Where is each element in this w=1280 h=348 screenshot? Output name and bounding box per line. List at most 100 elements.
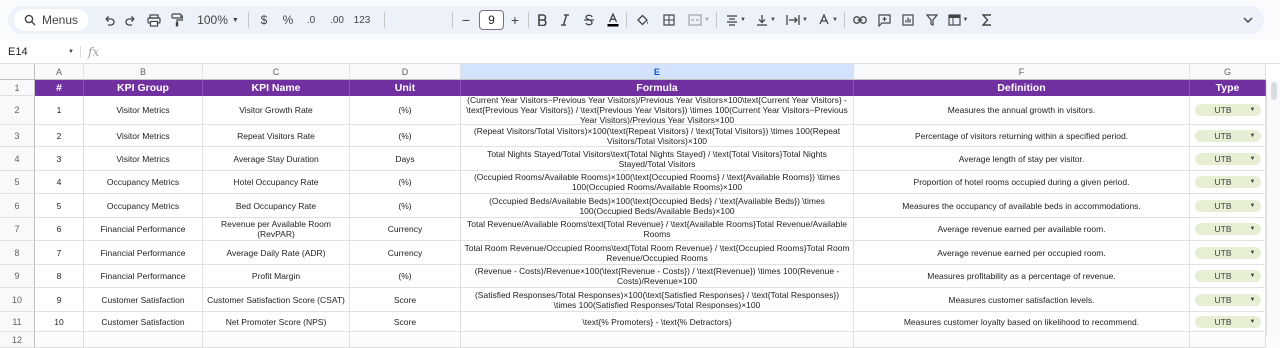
column-header-e[interactable]: E xyxy=(461,64,854,80)
column-header-c[interactable]: C xyxy=(203,64,350,80)
table-cell-group[interactable]: Occupancy Metrics xyxy=(84,171,203,194)
collapse-toolbar-button[interactable] xyxy=(1240,10,1256,30)
name-box[interactable]: E14 ▼ xyxy=(8,45,74,59)
table-cell-type[interactable]: UTB ▼ xyxy=(1190,288,1266,312)
row-header-9[interactable]: 9 xyxy=(0,265,35,288)
header-cell-num[interactable]: # xyxy=(35,80,84,96)
filter-views-button[interactable]: ▼ xyxy=(946,10,970,30)
table-cell-num[interactable]: 9 xyxy=(35,288,84,312)
row-header-6[interactable]: 6 xyxy=(0,194,35,218)
text-wrapping-button[interactable]: ▼ xyxy=(784,10,810,30)
table-cell-group[interactable]: Financial Performance xyxy=(84,241,203,265)
insert-link-button[interactable] xyxy=(852,10,868,30)
decrease-font-size-button[interactable]: − xyxy=(459,10,473,30)
table-cell-type[interactable]: UTB ▼ xyxy=(1190,218,1266,241)
fill-color-button[interactable] xyxy=(635,10,651,30)
type-dropdown-chip[interactable]: UTB ▼ xyxy=(1194,176,1261,188)
menus-search-button[interactable]: Menus xyxy=(14,9,89,31)
number-format-button[interactable]: 123 xyxy=(353,10,371,30)
table-cell-unit[interactable]: (%) xyxy=(350,96,461,125)
currency-format-button[interactable]: $ xyxy=(257,10,271,30)
increase-font-size-button[interactable]: + xyxy=(508,10,522,30)
table-cell-definition[interactable]: Measures customer loyalty based on likel… xyxy=(854,312,1190,332)
table-cell-definition[interactable]: Measures the annual growth in visitors. xyxy=(854,96,1190,125)
text-rotation-button[interactable]: ▼ xyxy=(816,10,840,30)
table-cell-name[interactable]: Bed Occupancy Rate xyxy=(203,194,350,218)
table-cell-name[interactable]: Average Daily Rate (ADR) xyxy=(203,241,350,265)
type-dropdown-chip[interactable]: UTB ▼ xyxy=(1194,104,1261,116)
empty-cell[interactable] xyxy=(35,332,84,348)
text-color-button[interactable] xyxy=(606,10,620,30)
row-header-11[interactable]: 11 xyxy=(0,312,35,332)
table-cell-type[interactable]: UTB ▼ xyxy=(1190,241,1266,265)
table-cell-definition[interactable]: Measures customer satisfaction levels. xyxy=(854,288,1190,312)
font-size-input[interactable]: 9 xyxy=(479,10,504,30)
header-cell-name[interactable]: KPI Name xyxy=(203,80,350,96)
table-cell-name[interactable]: Revenue per Available Room (RevPAR) xyxy=(203,218,350,241)
table-cell-type[interactable]: UTB ▼ xyxy=(1190,125,1266,147)
insert-chart-button[interactable] xyxy=(900,10,916,30)
row-header-7[interactable]: 7 xyxy=(0,218,35,241)
undo-button[interactable] xyxy=(100,10,118,30)
table-cell-group[interactable]: Visitor Metrics xyxy=(84,125,203,147)
insert-comment-button[interactable] xyxy=(876,10,892,30)
table-cell-name[interactable]: Repeat Visitors Rate xyxy=(203,125,350,147)
empty-cell[interactable] xyxy=(854,332,1190,348)
empty-cell[interactable] xyxy=(461,332,854,348)
table-cell-formula[interactable]: Total Room Revenue/Occupied Rooms\text{T… xyxy=(461,241,854,265)
table-cell-group[interactable]: Customer Satisfaction xyxy=(84,312,203,332)
percent-format-button[interactable]: % xyxy=(281,10,295,30)
row-header-5[interactable]: 5 xyxy=(0,171,35,194)
table-cell-type[interactable]: UTB ▼ xyxy=(1190,312,1266,332)
table-cell-name[interactable]: Profit Margin xyxy=(203,265,350,288)
borders-button[interactable] xyxy=(661,10,677,30)
table-cell-name[interactable]: Customer Satisfaction Score (CSAT) xyxy=(203,288,350,312)
table-cell-name[interactable]: Net Promoter Score (NPS) xyxy=(203,312,350,332)
row-header-4[interactable]: 4 xyxy=(0,147,35,171)
table-cell-unit[interactable]: (%) xyxy=(350,171,461,194)
column-header-f[interactable]: F xyxy=(854,64,1190,80)
row-header-1[interactable]: 1 xyxy=(0,80,35,96)
table-cell-unit[interactable]: Score xyxy=(350,288,461,312)
row-header-2[interactable]: 2 xyxy=(0,96,35,125)
scrollbar-thumb[interactable] xyxy=(1271,82,1277,100)
table-cell-num[interactable]: 7 xyxy=(35,241,84,265)
table-cell-unit[interactable]: (%) xyxy=(350,194,461,218)
horizontal-align-button[interactable]: ▼ xyxy=(724,10,748,30)
vertical-align-button[interactable]: ▼ xyxy=(754,10,778,30)
select-all-corner[interactable] xyxy=(0,64,35,80)
table-cell-formula[interactable]: \text{% Promoters} - \text{% Detractors} xyxy=(461,312,854,332)
header-cell-definition[interactable]: Definition xyxy=(854,80,1190,96)
filter-button[interactable] xyxy=(924,10,940,30)
table-cell-unit[interactable]: (%) xyxy=(350,125,461,147)
row-header-10[interactable]: 10 xyxy=(0,288,35,312)
table-cell-num[interactable]: 3 xyxy=(35,147,84,171)
table-cell-group[interactable]: Financial Performance xyxy=(84,218,203,241)
functions-button[interactable] xyxy=(980,10,994,30)
table-cell-type[interactable]: UTB ▼ xyxy=(1190,147,1266,171)
table-cell-formula[interactable]: Total Nights Stayed/Total Visitors\text{… xyxy=(461,147,854,171)
table-cell-type[interactable]: UTB ▼ xyxy=(1190,194,1266,218)
table-cell-name[interactable]: Visitor Growth Rate xyxy=(203,96,350,125)
empty-cell[interactable] xyxy=(84,332,203,348)
table-cell-type[interactable]: UTB ▼ xyxy=(1190,96,1266,125)
table-cell-group[interactable]: Visitor Metrics xyxy=(84,96,203,125)
zoom-select[interactable]: 100% ▼ xyxy=(194,10,242,30)
table-cell-definition[interactable]: Average revenue earned per available roo… xyxy=(854,218,1190,241)
header-cell-formula[interactable]: Formula xyxy=(461,80,854,96)
type-dropdown-chip[interactable]: UTB ▼ xyxy=(1194,152,1261,165)
table-cell-definition[interactable]: Measures profitability as a percentage o… xyxy=(854,265,1190,288)
table-cell-num[interactable]: 8 xyxy=(35,265,84,288)
table-cell-formula[interactable]: (Current Year Visitors−Previous Year Vis… xyxy=(461,96,854,125)
table-cell-group[interactable]: Visitor Metrics xyxy=(84,147,203,171)
print-button[interactable] xyxy=(144,10,164,30)
type-dropdown-chip[interactable]: UTB ▼ xyxy=(1194,199,1261,212)
column-header-b[interactable]: B xyxy=(84,64,203,80)
row-header-12[interactable]: 12 xyxy=(0,332,35,348)
row-header-8[interactable]: 8 xyxy=(0,241,35,265)
table-cell-group[interactable]: Financial Performance xyxy=(84,265,203,288)
table-cell-formula[interactable]: (Revenue - Costs)/Revenue×100(\text{Reve… xyxy=(461,265,854,288)
table-cell-unit[interactable]: Currency xyxy=(350,218,461,241)
decrease-decimal-button[interactable]: .0 xyxy=(302,10,320,30)
table-cell-num[interactable]: 1 xyxy=(35,96,84,125)
